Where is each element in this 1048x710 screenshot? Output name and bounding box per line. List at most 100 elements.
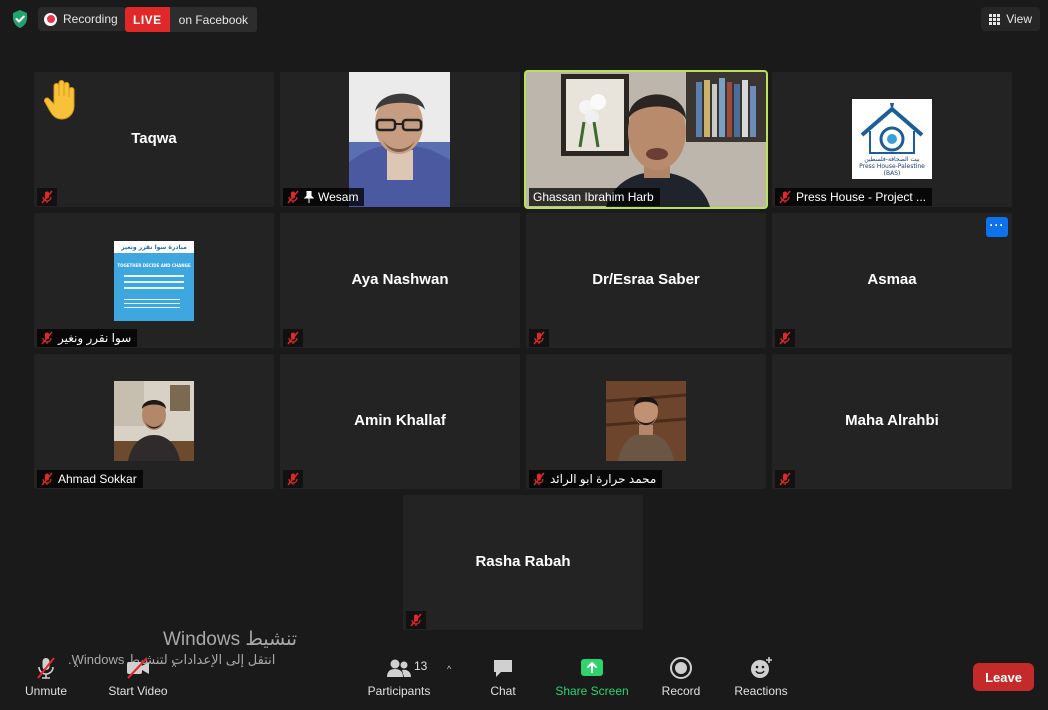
video-tile-press-house[interactable]: بيت الصحافة-فلسطين Press House-Palestine…	[772, 72, 1012, 207]
mic-muted-icon	[779, 331, 791, 345]
participant-photo	[114, 381, 194, 461]
live-badge: LIVE	[125, 7, 170, 32]
mic-status	[775, 470, 795, 488]
participant-name: Aya Nashwan	[351, 271, 449, 288]
mic-muted-icon	[533, 472, 545, 486]
video-options-caret-icon[interactable]: ^	[172, 662, 176, 672]
start-video-button[interactable]: Start Video	[108, 656, 168, 698]
participant-name-bar: Ghassan Ibrahim Harb	[529, 188, 660, 206]
chat-button[interactable]: Chat	[489, 656, 517, 698]
video-tile-maha[interactable]: Maha Alrahbi	[772, 354, 1012, 489]
participant-name-bar: Ahmad Sokkar	[37, 470, 143, 488]
video-tile-aya[interactable]: Aya Nashwan	[280, 213, 520, 348]
logo-arabic-text: بيت الصحافة-فلسطين	[864, 156, 920, 163]
live-stream-indicator[interactable]: LIVE on Facebook	[125, 7, 258, 32]
grid-view-icon	[989, 13, 1001, 25]
share-screen-button[interactable]: Share Screen	[555, 656, 629, 698]
video-tile-mohammad[interactable]: محمد حرارة ابو الرائد	[526, 354, 766, 489]
poster-title: مبادرة سوا نقرر ونغير	[121, 244, 187, 251]
participant-name: Ghassan Ibrahim Harb	[533, 190, 654, 204]
participants-count: 13	[414, 659, 428, 673]
logo-english-text: Press House-Palestine	[859, 163, 925, 170]
mic-status	[283, 470, 303, 488]
participant-name-bar: Wesam	[283, 188, 365, 206]
logo-abbrev-text: (BAS)	[883, 170, 901, 177]
participant-name: Asmaa	[867, 271, 917, 288]
share-screen-label: Share Screen	[555, 684, 629, 698]
reactions-label: Reactions	[734, 684, 788, 698]
record-button[interactable]: Record	[660, 656, 702, 698]
audio-options-caret-icon[interactable]: ^	[74, 662, 78, 672]
participants-icon	[387, 659, 411, 677]
mic-muted-icon	[779, 190, 791, 204]
video-tile-wesam[interactable]: Wesam	[280, 72, 520, 207]
raised-hand-icon	[44, 80, 75, 120]
video-tile-rasha[interactable]: Rasha Rabah	[403, 495, 643, 630]
mic-muted-icon	[41, 190, 53, 204]
mic-muted-icon	[41, 331, 53, 345]
more-options-button[interactable]: ···	[986, 217, 1008, 237]
video-tile-amin[interactable]: Amin Khallaf	[280, 354, 520, 489]
chat-label: Chat	[490, 684, 516, 698]
mic-muted-icon	[533, 331, 545, 345]
participant-name-bar: محمد حرارة ابو الرائد	[529, 470, 663, 488]
participant-name: Dr/Esraa Saber	[592, 271, 700, 288]
participants-label: Participants	[367, 684, 431, 698]
start-video-label: Start Video	[108, 684, 168, 698]
view-label: View	[1006, 12, 1032, 26]
mic-muted-icon	[37, 657, 55, 679]
participant-name: Wesam	[318, 190, 359, 204]
mic-status	[37, 188, 57, 206]
reactions-button[interactable]: Reactions	[733, 656, 789, 698]
participant-name-bar: سوا نقرر ونغير	[37, 329, 138, 347]
participant-photo	[606, 381, 686, 461]
participant-name: Maha Alrahbi	[845, 412, 939, 429]
participant-name: Taqwa	[131, 130, 177, 147]
security-shield-icon[interactable]	[10, 9, 30, 29]
leave-button[interactable]: Leave	[973, 663, 1034, 691]
video-tile-taqwa[interactable]: Taqwa	[34, 72, 274, 207]
mic-muted-icon	[287, 190, 299, 204]
initiative-poster: مبادرة سوا نقرر ونغير TOGETHER DECIDE AN…	[114, 241, 194, 321]
participant-name: Press House - Project ...	[796, 190, 927, 204]
video-off-icon	[127, 657, 149, 679]
poster-subtitle: TOGETHER DECIDE AND CHANGE	[117, 263, 191, 268]
record-icon	[670, 657, 692, 679]
pin-icon	[304, 191, 314, 203]
mic-muted-icon	[410, 613, 422, 627]
chat-icon	[494, 660, 512, 677]
participant-name: Ahmad Sokkar	[58, 472, 137, 486]
live-target-label: on Facebook	[178, 12, 249, 27]
mic-status	[529, 329, 549, 347]
mic-muted-icon	[779, 472, 791, 486]
recording-indicator[interactable]: Recording	[38, 7, 126, 31]
share-screen-icon	[581, 659, 603, 676]
top-bar: Recording LIVE on Facebook View	[0, 0, 1048, 40]
unmute-button[interactable]: Unmute	[24, 656, 68, 698]
mic-muted-icon	[287, 472, 299, 486]
mic-muted-icon	[41, 472, 53, 486]
view-button[interactable]: View	[981, 7, 1040, 31]
video-tile-sawa[interactable]: مبادرة سوا نقرر ونغير TOGETHER DECIDE AN…	[34, 213, 274, 348]
participant-video	[526, 72, 766, 207]
participants-options-caret-icon[interactable]: ^	[447, 664, 451, 674]
mic-muted-icon	[287, 331, 299, 345]
unmute-label: Unmute	[24, 684, 68, 698]
record-label: Record	[661, 684, 701, 698]
reactions-smiley-icon	[751, 657, 772, 678]
recording-label: Recording	[63, 12, 118, 26]
video-tile-ahmad[interactable]: Ahmad Sokkar	[34, 354, 274, 489]
mic-status	[283, 329, 303, 347]
press-house-logo: بيت الصحافة-فلسطين Press House-Palestine…	[852, 99, 932, 179]
video-tile-ghassan[interactable]: Ghassan Ibrahim Harb	[524, 70, 768, 209]
mic-status	[775, 329, 795, 347]
participant-name: محمد حرارة ابو الرائد	[550, 472, 657, 486]
participant-name: Amin Khallaf	[354, 412, 446, 429]
participant-name: Rasha Rabah	[475, 553, 571, 570]
video-tile-esraa[interactable]: Dr/Esraa Saber	[526, 213, 766, 348]
meeting-toolbar: Unmute ^ Start Video ^ Participants 13 ^…	[0, 648, 1048, 710]
participant-name: سوا نقرر ونغير	[58, 331, 132, 345]
mic-status	[406, 611, 426, 629]
video-tile-asmaa[interactable]: ··· Asmaa	[772, 213, 1012, 348]
recording-dot-icon	[44, 12, 57, 26]
